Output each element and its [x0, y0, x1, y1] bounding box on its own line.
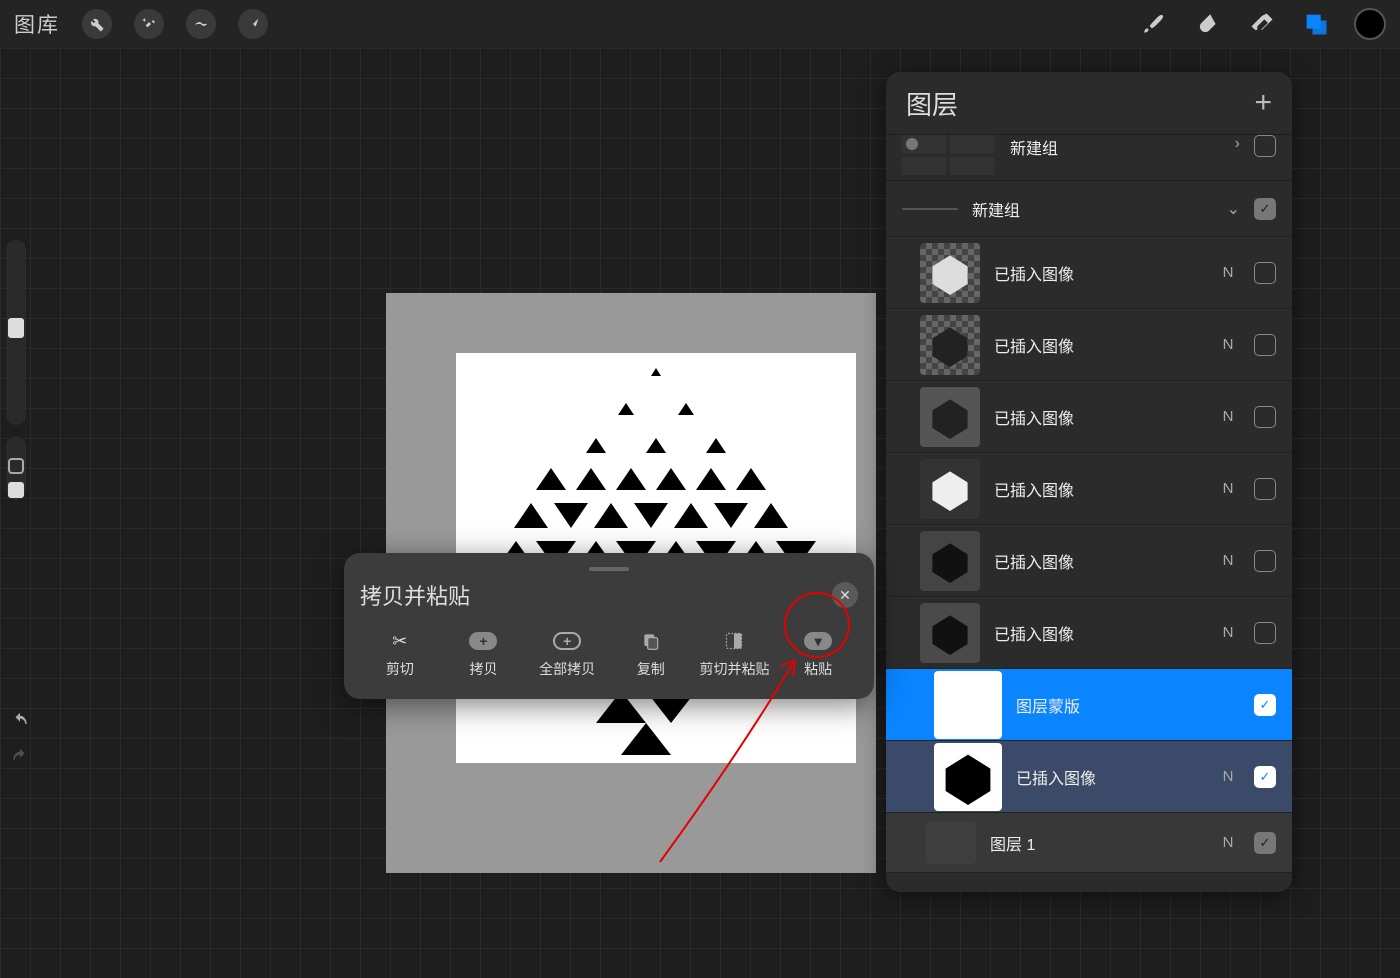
visibility-checkbox[interactable]: ✓	[1254, 198, 1276, 220]
layers-list[interactable]: 新建组 › 新建组 ⌄ ✓ 已插入图像 N 已插入图像 N 已插入图像 N	[886, 134, 1292, 892]
blend-mode[interactable]: N	[1216, 480, 1240, 497]
blend-mode[interactable]: N	[1216, 264, 1240, 281]
layer-thumb	[934, 743, 1002, 811]
layer-name: 图层蒙版	[1016, 693, 1202, 717]
blend-mode[interactable]: N	[1216, 336, 1240, 353]
duplicate-icon	[641, 629, 661, 653]
layer-thumb	[920, 315, 980, 375]
selection-icon[interactable]	[186, 9, 216, 39]
eraser-icon[interactable]	[1246, 8, 1278, 40]
layer-mask-row[interactable]: 图层蒙版 ✓	[886, 669, 1292, 741]
gallery-button[interactable]: 图库	[14, 9, 60, 39]
copy-paste-popup: 拷贝并粘贴 ✕ ✂ 剪切 + 拷贝 + 全部拷贝 复制 剪切并粘贴 ▾	[344, 553, 874, 699]
duplicate-button[interactable]: 复制	[611, 629, 691, 679]
layer-row[interactable]: 已插入图像 N	[886, 381, 1292, 453]
layer-row[interactable]: 已插入图像 N	[886, 309, 1292, 381]
layer-group-row[interactable]: 新建组 ⌄ ✓	[886, 181, 1292, 237]
popup-title: 拷贝并粘贴	[360, 579, 470, 611]
arrow-icon[interactable]	[238, 9, 268, 39]
visibility-checkbox[interactable]	[1254, 135, 1276, 157]
plus-oval-outline-icon: +	[553, 629, 581, 653]
layer-name: 已插入图像	[994, 549, 1202, 573]
modifier-square-icon	[8, 458, 24, 474]
layer-thumb	[920, 459, 980, 519]
copy-button[interactable]: + 拷贝	[444, 629, 524, 679]
layer-group-row[interactable]: 新建组 ›	[886, 135, 1292, 181]
smudge-icon[interactable]	[1192, 8, 1224, 40]
paste-button[interactable]: ▾ 粘贴	[778, 629, 858, 679]
wrench-icon[interactable]	[82, 9, 112, 39]
layer-name: 已插入图像	[994, 333, 1202, 357]
scissors-icon: ✂	[392, 629, 407, 653]
action-label: 剪切	[386, 659, 414, 679]
layer-name: 已插入图像	[1016, 765, 1202, 789]
layer-row[interactable]: 图层 1 N ✓	[886, 813, 1292, 873]
blend-mode[interactable]: N	[1216, 552, 1240, 569]
slider-knob[interactable]	[8, 482, 24, 498]
blend-mode[interactable]: N	[1216, 834, 1240, 851]
paste-icon: ▾	[804, 629, 832, 653]
visibility-checkbox[interactable]	[1254, 550, 1276, 572]
grab-handle[interactable]	[589, 567, 629, 571]
layer-name: 新建组	[972, 197, 1213, 221]
layers-panel-title: 图层	[906, 85, 958, 122]
redo-icon[interactable]	[9, 748, 31, 766]
wand-icon[interactable]	[134, 9, 164, 39]
layer-name: 图层 1	[990, 831, 1202, 855]
mask-thumb	[934, 671, 1002, 739]
group-thumb	[902, 135, 996, 175]
visibility-checkbox[interactable]	[1254, 334, 1276, 356]
blend-mode[interactable]: N	[1216, 408, 1240, 425]
brush-size-slider[interactable]	[6, 240, 26, 425]
visibility-checkbox[interactable]	[1254, 478, 1276, 500]
opacity-slider[interactable]	[6, 436, 26, 500]
visibility-checkbox[interactable]: ✓	[1254, 832, 1276, 854]
undo-icon[interactable]	[9, 712, 31, 730]
cut-button[interactable]: ✂ 剪切	[360, 629, 440, 679]
layers-panel: 图层 + 新建组 › 新建组 ⌄ ✓ 已插入图像 N 已插入图像 N	[886, 72, 1292, 892]
layer-name: 已插入图像	[994, 477, 1202, 501]
layer-thumb	[920, 603, 980, 663]
layer-thumb	[920, 531, 980, 591]
layer-thumb	[926, 822, 976, 864]
copy-all-button[interactable]: + 全部拷贝	[527, 629, 607, 679]
layer-row-selected[interactable]: 已插入图像 N ✓	[886, 741, 1292, 813]
layer-row[interactable]: 已插入图像 N	[886, 453, 1292, 525]
top-toolbar: 图库	[0, 0, 1400, 48]
add-layer-button[interactable]: +	[1254, 86, 1272, 120]
layer-row[interactable]: 已插入图像 N	[886, 525, 1292, 597]
brush-icon[interactable]	[1138, 8, 1170, 40]
action-label: 粘贴	[804, 659, 832, 679]
color-swatch[interactable]	[1354, 8, 1386, 40]
layers-icon[interactable]	[1300, 8, 1332, 40]
chevron-right-icon[interactable]: ›	[1235, 135, 1240, 153]
visibility-checkbox[interactable]	[1254, 406, 1276, 428]
visibility-checkbox[interactable]: ✓	[1254, 694, 1276, 716]
group-thumb	[902, 208, 958, 210]
chevron-down-icon[interactable]: ⌄	[1227, 199, 1240, 219]
layer-row[interactable]: 已插入图像 N	[886, 597, 1292, 669]
visibility-checkbox[interactable]: ✓	[1254, 766, 1276, 788]
cut-paste-button[interactable]: 剪切并粘贴	[695, 629, 775, 679]
layer-thumb	[920, 243, 980, 303]
action-label: 全部拷贝	[539, 659, 595, 679]
blend-mode[interactable]: N	[1216, 768, 1240, 785]
close-icon[interactable]: ✕	[832, 582, 858, 608]
visibility-checkbox[interactable]	[1254, 262, 1276, 284]
action-label: 拷贝	[469, 659, 497, 679]
layer-row[interactable]: 已插入图像 N	[886, 237, 1292, 309]
layer-name: 已插入图像	[994, 405, 1202, 429]
undo-redo	[6, 700, 34, 778]
layer-name: 新建组	[1010, 135, 1221, 159]
layer-name: 已插入图像	[994, 261, 1202, 285]
slider-knob[interactable]	[8, 318, 24, 338]
layer-name: 已插入图像	[994, 621, 1202, 645]
layer-thumb	[920, 387, 980, 447]
action-label: 剪切并粘贴	[699, 659, 769, 679]
action-label: 复制	[637, 659, 665, 679]
blend-mode[interactable]: N	[1216, 624, 1240, 641]
plus-oval-icon: +	[469, 629, 497, 653]
visibility-checkbox[interactable]	[1254, 622, 1276, 644]
cut-paste-icon	[724, 629, 744, 653]
